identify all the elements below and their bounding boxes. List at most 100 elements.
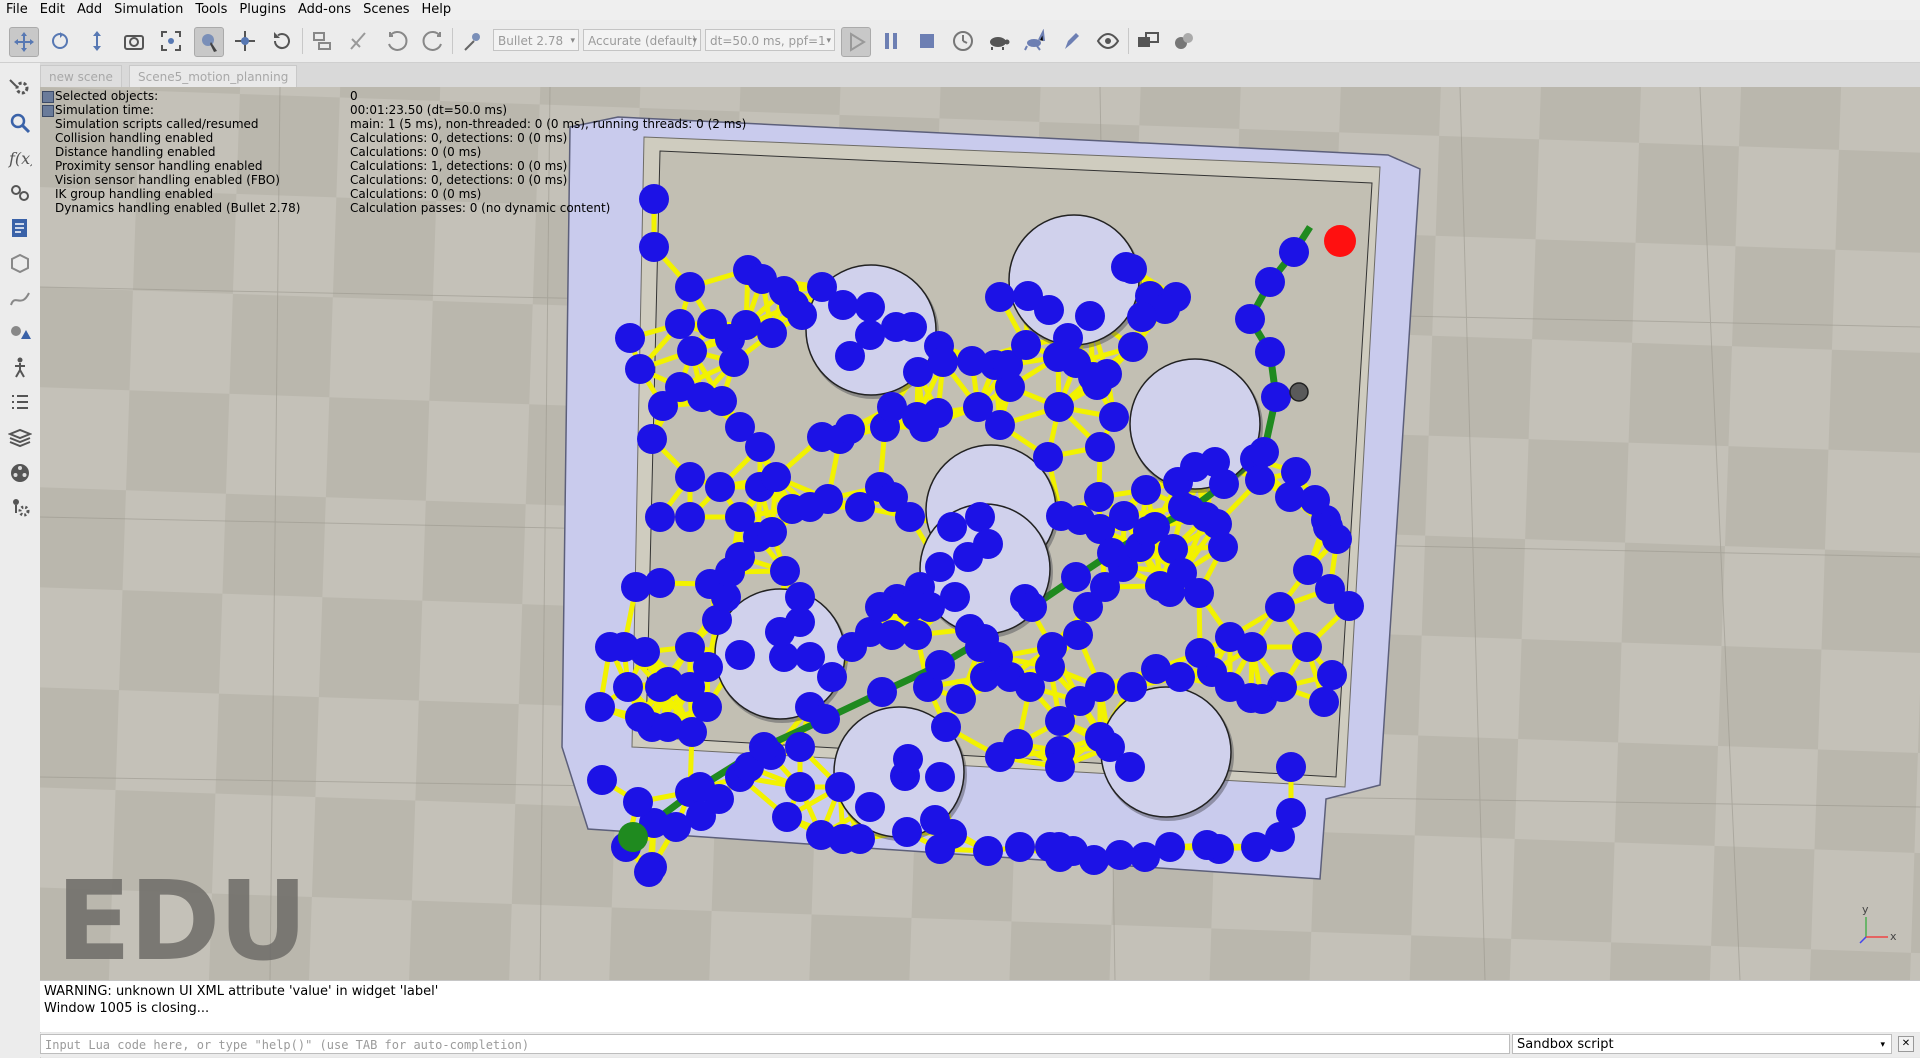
start-marker [618,822,648,852]
video-recorder-icon[interactable] [7,460,33,486]
click-select-icon[interactable] [194,27,224,57]
menu-item-help[interactable]: Help [415,0,457,20]
info-label: Simulation scripts called/resumed [55,117,259,131]
menu-item-tools[interactable]: Tools [189,0,233,20]
roadmap-node [625,702,655,732]
roadmap-node [1245,465,1275,495]
camera-shift-icon[interactable] [83,27,111,55]
info-label: Dynamics handling enabled (Bullet 2.78) [55,201,301,215]
roadmap-node [892,817,922,847]
roadmap-node [623,787,653,817]
calculation-modules-icon[interactable]: f(x) [7,145,33,171]
layers-icon[interactable] [7,425,33,451]
roadmap-node [1322,524,1352,554]
roadmap-node [757,318,787,348]
user-interface-settings-icon[interactable] [7,495,33,521]
scene-hierarchy-toggle-icon[interactable] [1134,27,1162,55]
user-settings-icon[interactable] [7,390,33,416]
roadmap-node [1241,832,1271,862]
roadmap-node [1005,832,1035,862]
roadmap-node [855,292,885,322]
tab-scene5-motion-planning[interactable]: Scene5_motion_planning [129,65,298,88]
info-label: Vision sensor handling enabled (FBO) [55,173,280,187]
path-node [1209,469,1239,499]
scripts-icon[interactable] [7,215,33,241]
visualization-icon[interactable] [1094,27,1122,55]
roadmap-node [625,354,655,384]
roadmap-node [985,410,1015,440]
lua-command-input[interactable]: Input Lua code here, or type "help()" (u… [40,1034,1510,1054]
dynamics-engine-icon[interactable] [459,27,487,55]
object-shift-icon[interactable] [231,27,259,55]
roadmap-node [1309,687,1339,717]
ik-icon[interactable] [7,355,33,381]
info-label: Proximity sensor handling enabled [55,159,263,173]
camera-rotate-icon[interactable] [46,27,74,55]
menu-item-scenes[interactable]: Scenes [357,0,415,20]
roadmap-node [1045,752,1075,782]
toggle-checkbox[interactable] [42,91,54,103]
assemble-icon[interactable] [308,27,336,55]
roadmap-node [937,512,967,542]
fit-to-view-icon[interactable] [157,27,185,55]
simulation-settings-icon[interactable] [7,75,33,101]
tab-new-scene[interactable]: new scene [40,65,122,88]
roadmap-node [595,632,625,662]
slow-down-icon[interactable] [985,27,1013,55]
camera-pan-icon[interactable] [9,27,39,57]
collections-icon[interactable] [7,180,33,206]
pause-simulation-icon[interactable] [877,27,905,55]
layers-toggle-icon[interactable] [1170,27,1198,55]
roadmap-node [777,494,807,524]
roadmap-node [1317,660,1347,690]
transfer-dna-icon[interactable] [344,27,372,55]
roadmap-node [855,792,885,822]
console-line: WARNING: unknown UI XML attribute 'value… [44,984,439,999]
real-time-icon[interactable] [949,27,977,55]
roadmap-node [645,502,675,532]
engine-accuracy-select[interactable]: Accurate (default) [583,29,701,51]
roadmap-node [946,684,976,714]
roadmap-node [1145,571,1175,601]
selection-icon[interactable] [7,320,33,346]
roadmap-node [1084,482,1114,512]
roadmap-node [1281,457,1311,487]
roadmap-node [825,772,855,802]
roadmap-node [940,582,970,612]
roadmap-node [1131,475,1161,505]
roadmap-node [675,462,705,492]
shape-edit-icon[interactable] [7,250,33,276]
camera-angle-icon[interactable] [120,27,148,55]
roadmap-node [965,502,995,532]
scene-viewport[interactable]: y x Selected objects: 0 Simulation time: 00… [40,87,1920,980]
speed-up-icon[interactable] [1021,27,1049,55]
simulation-timestep-select[interactable]: dt=50.0 ms, ppf=1 [705,29,835,51]
script-selector[interactable]: Sandbox script [1512,1034,1892,1055]
scene-render[interactable]: y x [40,87,1920,980]
toggle-checkbox[interactable] [42,105,54,117]
object-rotate-icon[interactable] [268,27,296,55]
menu-item-add[interactable]: Add [71,0,108,20]
model-browser-icon[interactable] [7,110,33,136]
thread-rendering-icon[interactable] [1058,27,1086,55]
close-icon[interactable]: ✕ [1898,1036,1914,1052]
menu-item-add-ons[interactable]: Add-ons [292,0,357,20]
path-node [810,704,840,734]
undo-icon[interactable] [383,27,411,55]
path-edit-icon[interactable] [7,285,33,311]
start-simulation-icon[interactable] [841,27,871,57]
menu-item-plugins[interactable]: Plugins [233,0,292,20]
redo-icon[interactable] [419,27,447,55]
roadmap-node [1276,752,1306,782]
info-label: Distance handling enabled [55,145,216,159]
roadmap-node [1292,632,1322,662]
roadmap-node [953,542,983,572]
menu-item-simulation[interactable]: Simulation [108,0,189,20]
menu-item-edit[interactable]: Edit [34,0,71,20]
menu-item-file[interactable]: File [0,0,34,20]
roadmap-node [648,391,678,421]
info-value: Calculations: 0, detections: 0 (0 ms) [350,131,568,145]
stop-simulation-icon[interactable] [913,27,941,55]
physics-engine-select[interactable]: Bullet 2.78 [493,29,579,51]
roadmap-node [692,692,722,722]
